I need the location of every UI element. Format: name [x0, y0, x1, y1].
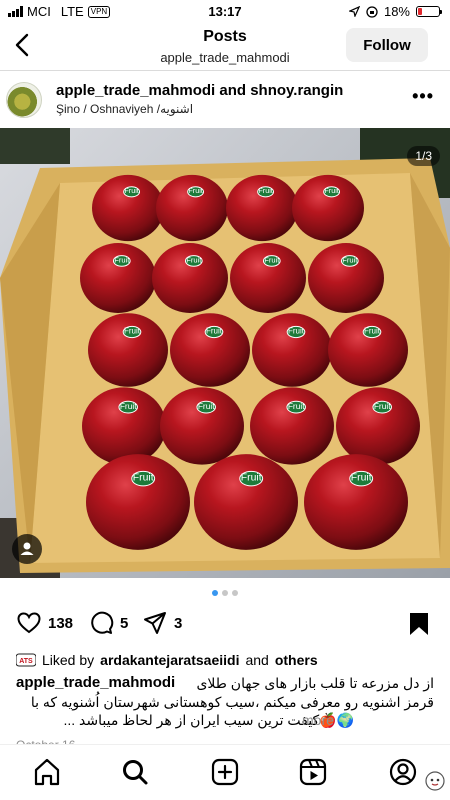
fruit-sticker-label: Fruit [264, 255, 280, 264]
home-icon[interactable] [32, 757, 62, 787]
share-action[interactable]: 3 [142, 610, 182, 636]
fruit-sticker-label: Fruit [342, 255, 358, 264]
fruit-sticker-label: Fruit [198, 401, 215, 411]
liked-by-user[interactable]: ardakantejaratsaeiidi [100, 652, 239, 668]
apple [152, 243, 228, 313]
search-icon[interactable] [120, 757, 150, 787]
apple [92, 174, 164, 242]
apple [250, 387, 334, 465]
fruit-sticker-label: Fruit [114, 255, 130, 264]
post-header: apple_trade_mahmodi and shnoy.rangin Şin… [0, 76, 450, 126]
reels-icon[interactable] [298, 757, 328, 787]
like-action[interactable]: 138 [16, 610, 73, 636]
svg-text:ATS: ATS [19, 658, 33, 665]
follow-button[interactable]: Follow [346, 28, 428, 62]
apple [194, 454, 298, 550]
fruit-sticker-label: Fruit [351, 473, 372, 484]
profile-icon[interactable] [388, 757, 418, 787]
location-icon [348, 6, 360, 17]
comment-icon [91, 611, 114, 634]
fruit-sticker-label: Fruit [288, 327, 305, 336]
apple [308, 243, 384, 313]
bookmark-icon[interactable] [408, 612, 430, 636]
apple [80, 243, 156, 313]
status-bar: MCI LTE VPN 13:17 18% [0, 0, 450, 24]
apple [336, 387, 420, 465]
caption-line-2: قرمز اشنویه رو معرفی میکنم ،سیب کوهستانی… [30, 694, 434, 710]
fruit-sticker-label: Fruit [124, 327, 141, 336]
fruit-sticker-label: Fruit [186, 255, 202, 264]
carousel-dot [212, 590, 218, 596]
fruit-sticker-label: Fruit [124, 186, 138, 195]
apple [82, 387, 166, 465]
user-tag-icon [20, 542, 34, 555]
apple [170, 313, 250, 387]
liked-by-prefix: Liked by [42, 652, 95, 668]
fruit-sticker-label: Fruit [206, 327, 223, 336]
post-location[interactable]: Şino / Oshnaviyeh /اشنویه [56, 102, 193, 116]
post-authors[interactable]: apple_trade_mahmodi and shnoy.rangin [56, 82, 343, 99]
send-icon [144, 612, 166, 634]
top-header: Posts apple_trade_mahmodi Follow [0, 24, 450, 70]
fruit-sticker-label: Fruit [324, 186, 338, 195]
comment-count: 5 [120, 614, 129, 632]
assistant-badge-icon[interactable] [424, 769, 446, 793]
fruit-sticker-label: Fruit [188, 186, 202, 195]
more-options-icon[interactable]: ••• [412, 86, 434, 107]
liked-by[interactable]: ATS Liked by ardakantejaratsaeiidi and o… [16, 652, 436, 668]
post-image[interactable]: Fruit Fruit Fruit Fruit Fruit Fruit Fruit Fruit… [0, 128, 450, 578]
image-counter: 1/3 [407, 146, 440, 166]
fruit-sticker-label: Fruit [374, 401, 391, 411]
fruit-sticker-label: Fruit [241, 473, 262, 484]
heart-icon [17, 612, 41, 634]
apple [252, 313, 332, 387]
apple [226, 174, 298, 242]
apple [292, 174, 364, 242]
apple [304, 454, 408, 550]
fruit-sticker-label: Fruit [364, 327, 381, 336]
tagged-people-button[interactable] [12, 534, 42, 564]
fruit-sticker-label: Fruit [258, 186, 272, 195]
lock-rotation-icon [366, 5, 378, 18]
carousel-dot [222, 590, 228, 596]
avatar[interactable] [6, 82, 42, 118]
status-right: 18% [348, 4, 442, 19]
comment-action[interactable]: 5 [88, 610, 128, 636]
like-count: 138 [48, 614, 74, 632]
carousel-dots [0, 590, 450, 596]
caption-line-1: از دل مزرعه تا قلب بازار های جهان طلای [196, 675, 434, 691]
apple [86, 454, 190, 550]
share-count: 3 [174, 614, 183, 632]
apple [156, 174, 228, 242]
liked-by-others[interactable]: others [275, 652, 318, 668]
fruit-sticker-label: Fruit [120, 401, 137, 411]
fruit-sticker-label: Fruit [288, 401, 305, 411]
apple [160, 387, 244, 465]
header-divider [0, 70, 450, 71]
fruit-sticker-label: Fruit [133, 473, 154, 484]
bottom-nav [0, 744, 450, 800]
battery-percent: 18% [383, 4, 410, 19]
apple-crate-photo: Fruit Fruit Fruit Fruit Fruit Fruit Fruit Fruit… [0, 128, 450, 578]
apple [88, 313, 168, 387]
carousel-dot [232, 590, 238, 596]
battery-icon [416, 6, 442, 17]
post-actions: 138 5 3 [0, 610, 450, 640]
create-icon[interactable] [210, 757, 240, 787]
caption-more-link[interactable]: more [302, 712, 334, 728]
liked-by-and: and [245, 652, 269, 668]
liker-avatar-icon: ATS [16, 653, 36, 667]
apple [328, 313, 408, 387]
apple [230, 243, 306, 313]
